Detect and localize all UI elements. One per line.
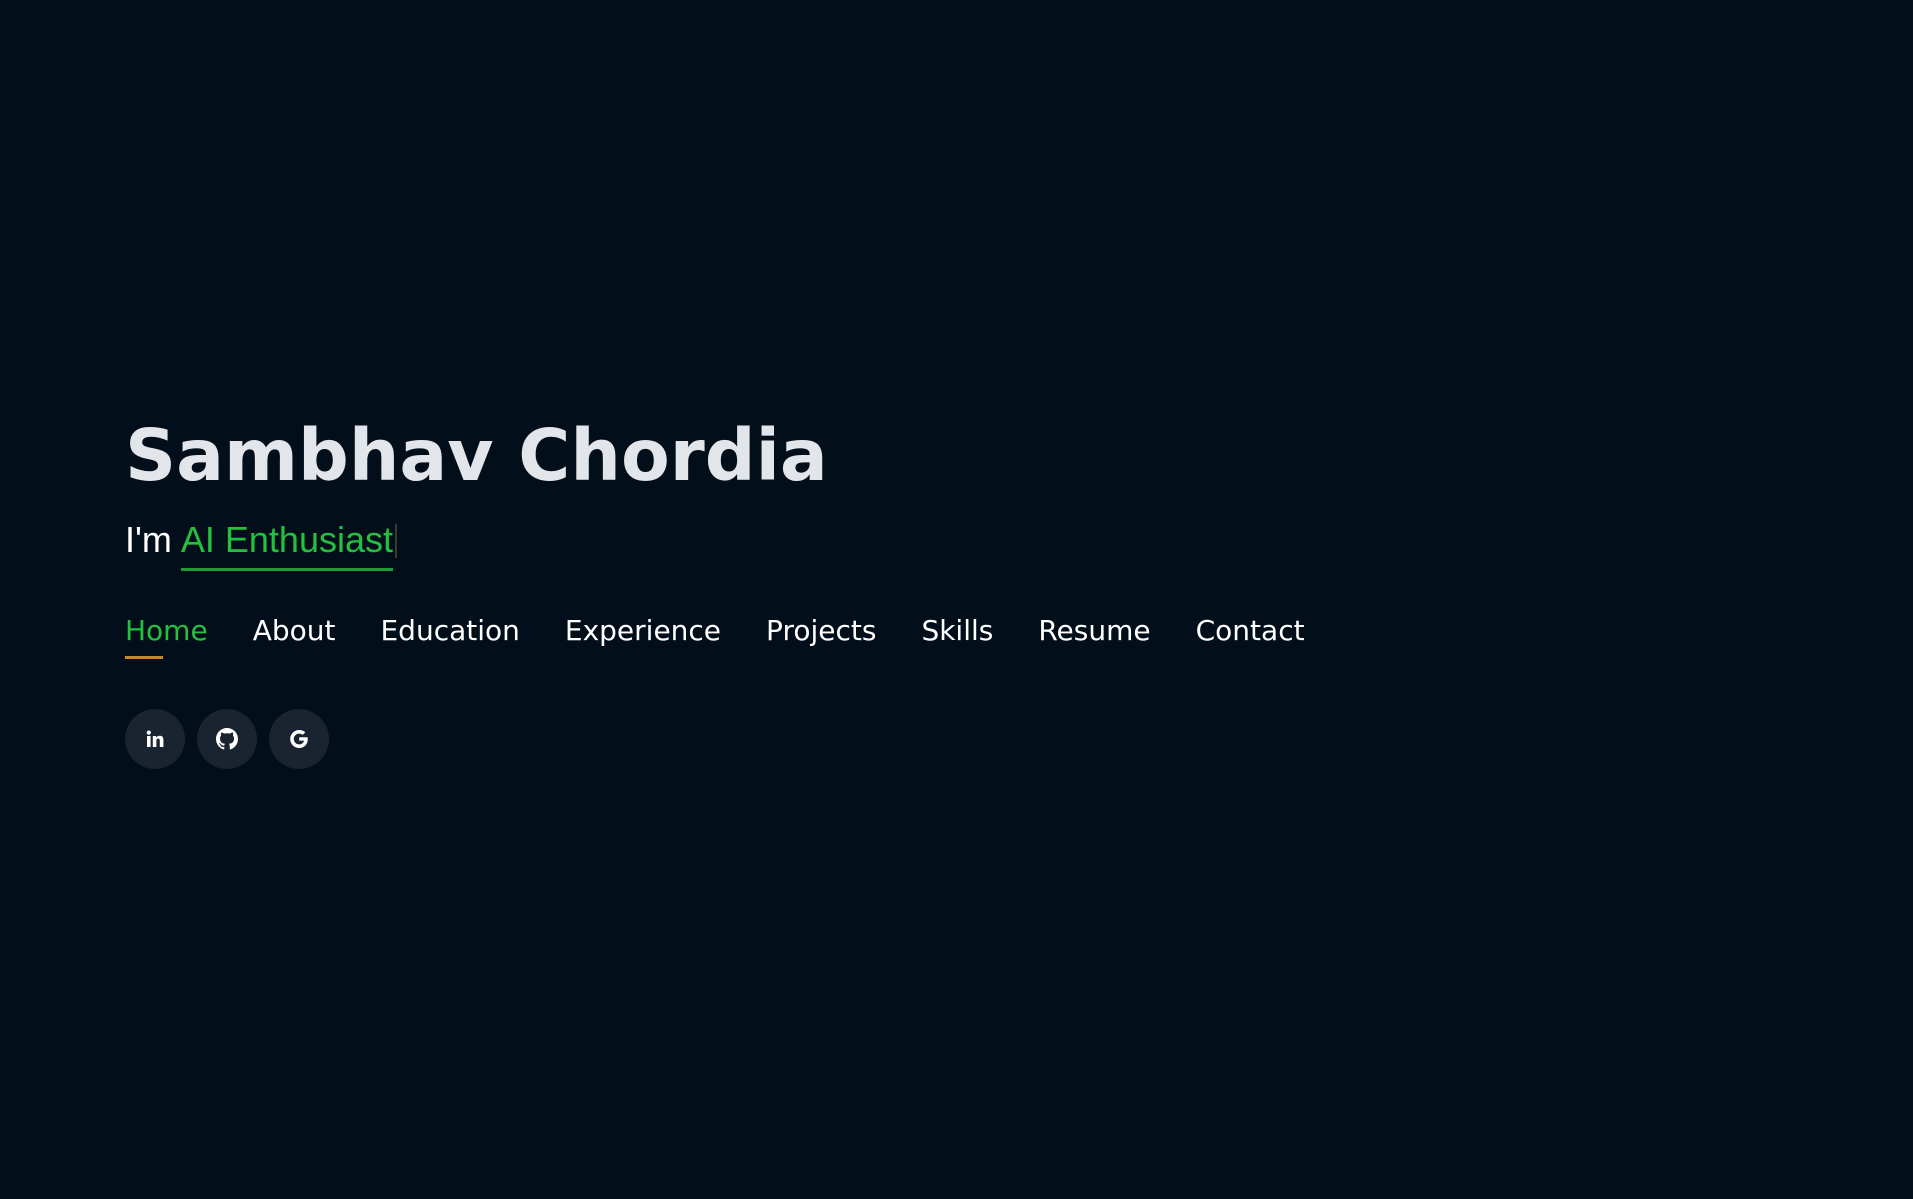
nav-item-education[interactable]: Education [380,613,519,659]
github-button[interactable] [197,709,257,769]
main-nav: Home About Education Experience Projects… [125,613,1725,659]
nav-item-about[interactable]: About [253,613,336,659]
google-button[interactable] [269,709,329,769]
typing-cursor [395,524,397,558]
linkedin-button[interactable] [125,709,185,769]
google-icon [290,730,308,748]
typed-text: AI Enthusiast [180,518,393,571]
nav-item-projects[interactable]: Projects [766,613,876,659]
social-links [125,709,1725,769]
nav-item-skills[interactable]: Skills [921,613,993,659]
tagline: I'm AI Enthusiast [125,518,1725,571]
linkedin-icon [146,730,164,747]
hero-name: Sambhav Chordia [125,414,828,497]
nav-item-contact[interactable]: Contact [1196,613,1305,659]
hero-section: Sambhav Chordia I'm AI Enthusiast Home A… [125,408,1725,769]
github-icon [216,728,238,750]
typed-text-wrapper: AI Enthusiast [180,518,397,571]
nav-item-resume[interactable]: Resume [1038,613,1150,659]
nav-item-home[interactable]: Home [125,613,208,659]
tagline-prefix: I'm [125,519,172,560]
nav-item-experience[interactable]: Experience [565,613,721,659]
